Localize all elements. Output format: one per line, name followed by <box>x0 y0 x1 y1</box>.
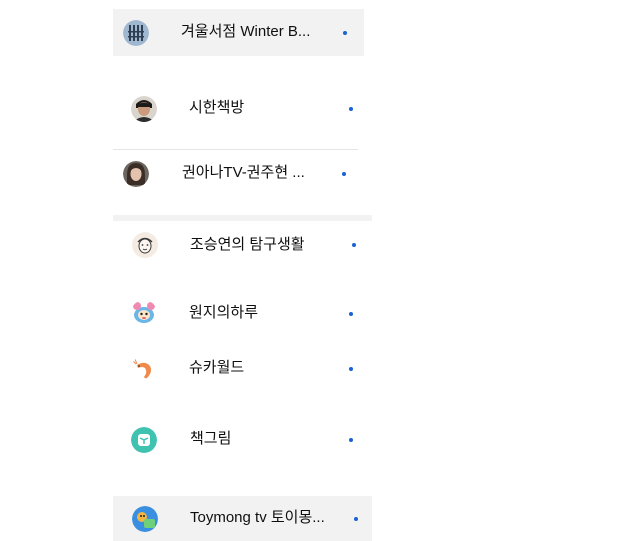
channel-name: 책그림 <box>190 430 232 447</box>
channel-name: 권아나TV-권주현 ... <box>182 164 305 181</box>
new-content-dot <box>349 312 353 316</box>
book-logo-avatar-icon <box>131 427 157 453</box>
drawn-face-avatar-icon <box>132 232 158 258</box>
bookshelf-avatar-icon <box>123 20 149 46</box>
shrimp-avatar-icon <box>131 356 157 382</box>
channel-name: 겨울서점 Winter B... <box>181 23 311 40</box>
channel-row-syuka-world[interactable]: 슈카월드 <box>113 345 364 392</box>
new-content-dot <box>343 31 347 35</box>
new-content-dot <box>349 438 353 442</box>
cartoon-character-avatar-icon <box>131 300 157 326</box>
new-content-dot <box>352 243 356 247</box>
channel-name: 시한책방 <box>189 99 245 116</box>
man-portrait-avatar-icon <box>131 96 157 122</box>
row-divider <box>113 149 358 150</box>
channel-row-book-drawing[interactable]: 책그림 <box>113 416 364 463</box>
toy-avatar-icon <box>132 506 158 532</box>
channel-row-wonji-day[interactable]: 원지의하루 <box>113 290 364 337</box>
channel-name: 슈카월드 <box>189 359 245 376</box>
new-content-dot <box>349 107 353 111</box>
channel-row-winter-bookstore[interactable]: 겨울서점 Winter B... <box>113 9 364 56</box>
channel-row-sihan-bookstore[interactable]: 시한책방 <box>113 85 364 132</box>
channel-row-jo-seungyeon[interactable]: 조승연의 탐구생활 <box>113 222 372 269</box>
section-divider <box>113 215 372 221</box>
woman-portrait-avatar-icon <box>123 161 149 187</box>
new-content-dot <box>349 367 353 371</box>
new-content-dot <box>354 517 358 521</box>
channel-name: 조승연의 탐구생활 <box>190 236 305 253</box>
channel-name: Toymong tv 토이몽... <box>190 509 325 526</box>
channel-row-toymong-tv[interactable]: Toymong tv 토이몽... <box>113 496 372 541</box>
channel-name: 원지의하루 <box>189 304 259 321</box>
new-content-dot <box>342 172 346 176</box>
channel-row-kwon-ana-tv[interactable]: 권아나TV-권주현 ... <box>113 151 364 198</box>
